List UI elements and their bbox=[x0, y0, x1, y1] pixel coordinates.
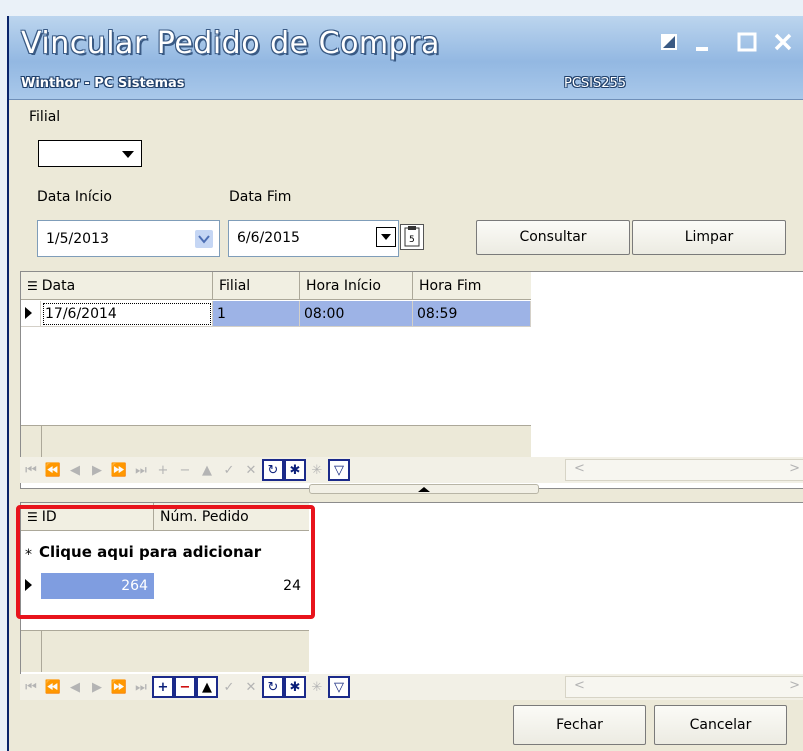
data-fim-dropdown-icon[interactable] bbox=[376, 227, 396, 247]
filial-dropdown-icon[interactable] bbox=[118, 144, 138, 164]
delete-icon[interactable]: − bbox=[174, 459, 196, 481]
refresh-icon[interactable]: ↻ bbox=[262, 459, 284, 481]
scroll-right-icon[interactable]: > bbox=[789, 678, 800, 693]
horizontal-scrollbar[interactable]: < > bbox=[565, 459, 803, 481]
scroll-left-icon[interactable]: < bbox=[574, 678, 585, 693]
title-bar: Vincular Pedido de Compra Winthor - PC S… bbox=[9, 16, 803, 100]
maximize-icon[interactable] bbox=[735, 30, 761, 56]
limpar-button[interactable]: Limpar bbox=[632, 220, 786, 255]
first-icon[interactable]: ⏮ bbox=[20, 676, 42, 698]
pedidos-grid-header: ☰ ID Núm. Pedido bbox=[21, 503, 309, 531]
goto-bookmark-icon[interactable]: ✳ bbox=[306, 676, 328, 698]
insert-icon[interactable]: + bbox=[152, 676, 174, 698]
insert-icon[interactable]: + bbox=[152, 459, 174, 481]
column-chooser-icon[interactable]: ☰ bbox=[27, 503, 38, 531]
filial-label: Filial bbox=[29, 109, 61, 125]
svg-text:5: 5 bbox=[409, 235, 415, 245]
cell-id[interactable]: 264 bbox=[41, 573, 154, 599]
next-page-icon[interactable]: ⏩ bbox=[108, 459, 130, 481]
agenda-navigator: ⏮ ⏪ ◀ ▶ ⏩ ⏭ + − ▲ ✓ ✕ ↻ ✱ ✳ ▽ < > bbox=[20, 457, 803, 483]
calendar-icon[interactable]: 5 bbox=[400, 224, 424, 250]
prior-page-icon[interactable]: ⏪ bbox=[42, 459, 64, 481]
post-icon[interactable]: ✓ bbox=[218, 676, 240, 698]
column-label: Data bbox=[41, 278, 76, 294]
window-subtitle: Winthor - PC Sistemas bbox=[21, 76, 185, 91]
edit-icon[interactable]: ▲ bbox=[196, 459, 218, 481]
edit-icon[interactable]: ▲ bbox=[196, 676, 218, 698]
data-inicio-dropdown-icon[interactable] bbox=[195, 230, 213, 248]
agenda-grid-header: ☰ Data Filial Hora Início Hora Fim bbox=[21, 272, 531, 300]
filter-icon[interactable]: ▽ bbox=[328, 459, 350, 481]
column-header-filial[interactable]: Filial bbox=[213, 272, 300, 300]
cell-num-pedido[interactable]: 24 bbox=[154, 573, 309, 599]
cell-hora-inicio[interactable]: 08:00 bbox=[300, 301, 413, 327]
post-icon[interactable]: ✓ bbox=[218, 459, 240, 481]
data-fim-field[interactable]: 6/6/2015 bbox=[228, 220, 399, 257]
data-fim-label: Data Fim bbox=[229, 189, 292, 205]
close-icon[interactable] bbox=[771, 30, 797, 56]
filial-select[interactable] bbox=[38, 140, 142, 167]
horizontal-scrollbar[interactable]: < > bbox=[565, 676, 803, 698]
filter-icon[interactable]: ▽ bbox=[328, 676, 350, 698]
column-header-hora-inicio[interactable]: Hora Início bbox=[300, 272, 413, 300]
cancelar-button[interactable]: Cancelar bbox=[654, 705, 787, 745]
column-header-id[interactable]: ☰ ID bbox=[21, 503, 154, 531]
data-inicio-field[interactable]: 1/5/2013 bbox=[37, 220, 220, 257]
bookmark-icon[interactable]: ✱ bbox=[284, 459, 306, 481]
consultar-button-label: Consultar bbox=[519, 229, 587, 245]
consultar-button[interactable]: Consultar bbox=[476, 220, 630, 255]
pedidos-grid-footer bbox=[21, 630, 309, 672]
column-header-num-pedido[interactable]: Núm. Pedido bbox=[154, 503, 309, 531]
scroll-left-icon[interactable]: < bbox=[574, 461, 585, 476]
window: Vincular Pedido de Compra Winthor - PC S… bbox=[7, 16, 803, 751]
column-label: ID bbox=[41, 509, 57, 525]
data-fim-value: 6/6/2015 bbox=[237, 230, 300, 246]
cell-hora-fim[interactable]: 08:59 bbox=[413, 301, 531, 327]
first-icon[interactable]: ⏮ bbox=[20, 459, 42, 481]
table-row[interactable]: 264 24 bbox=[21, 573, 309, 599]
last-icon[interactable]: ⏭ bbox=[130, 459, 152, 481]
add-row-prompt[interactable]: Clique aqui para adicionar bbox=[39, 537, 261, 567]
table-row[interactable]: 17/6/2014 1 08:00 08:59 bbox=[21, 301, 531, 327]
window-title: Vincular Pedido de Compra bbox=[21, 26, 440, 61]
prior-page-icon[interactable]: ⏪ bbox=[42, 676, 64, 698]
minimize-icon[interactable] bbox=[692, 30, 718, 56]
cancel-icon[interactable]: ✕ bbox=[240, 676, 262, 698]
bookmark-icon[interactable]: ✱ bbox=[284, 676, 306, 698]
delete-icon[interactable]: − bbox=[174, 676, 196, 698]
goto-bookmark-icon[interactable]: ✳ bbox=[306, 459, 328, 481]
new-row[interactable]: * Clique aqui para adicionar bbox=[21, 537, 261, 567]
fechar-button-label: Fechar bbox=[556, 717, 603, 733]
pedidos-grid: ☰ ID Núm. Pedido * Clique aqui para adic… bbox=[20, 502, 803, 698]
program-code: PCSIS255 bbox=[564, 76, 627, 91]
prior-icon[interactable]: ◀ bbox=[64, 459, 86, 481]
splitter-handle[interactable] bbox=[309, 484, 539, 494]
refresh-icon[interactable]: ↻ bbox=[262, 676, 284, 698]
new-row-marker: * bbox=[25, 547, 32, 563]
last-icon[interactable]: ⏭ bbox=[130, 676, 152, 698]
cancelar-button-label: Cancelar bbox=[689, 717, 752, 733]
next-icon[interactable]: ▶ bbox=[86, 459, 108, 481]
cell-data[interactable]: 17/6/2014 bbox=[41, 301, 213, 327]
fechar-button[interactable]: Fechar bbox=[513, 705, 646, 745]
column-header-hora-fim[interactable]: Hora Fim bbox=[413, 272, 531, 300]
limpar-button-label: Limpar bbox=[684, 229, 734, 245]
column-header-data[interactable]: ☰ Data bbox=[21, 272, 213, 300]
data-inicio-label: Data Início bbox=[37, 189, 112, 205]
row-indicator-icon bbox=[21, 301, 41, 327]
data-inicio-value: 1/5/2013 bbox=[46, 231, 109, 247]
cell-filial[interactable]: 1 bbox=[213, 301, 300, 327]
pedidos-navigator: ⏮ ⏪ ◀ ▶ ⏩ ⏭ + − ▲ ✓ ✕ ↻ ✱ ✳ ▽ < > bbox=[20, 674, 803, 700]
prior-icon[interactable]: ◀ bbox=[64, 676, 86, 698]
next-icon[interactable]: ▶ bbox=[86, 676, 108, 698]
next-page-icon[interactable]: ⏩ bbox=[108, 676, 130, 698]
row-indicator-icon bbox=[21, 573, 41, 599]
column-chooser-icon[interactable]: ☰ bbox=[27, 272, 38, 300]
scroll-right-icon[interactable]: > bbox=[789, 461, 800, 476]
restore-icon[interactable] bbox=[657, 30, 683, 56]
cancel-icon[interactable]: ✕ bbox=[240, 459, 262, 481]
